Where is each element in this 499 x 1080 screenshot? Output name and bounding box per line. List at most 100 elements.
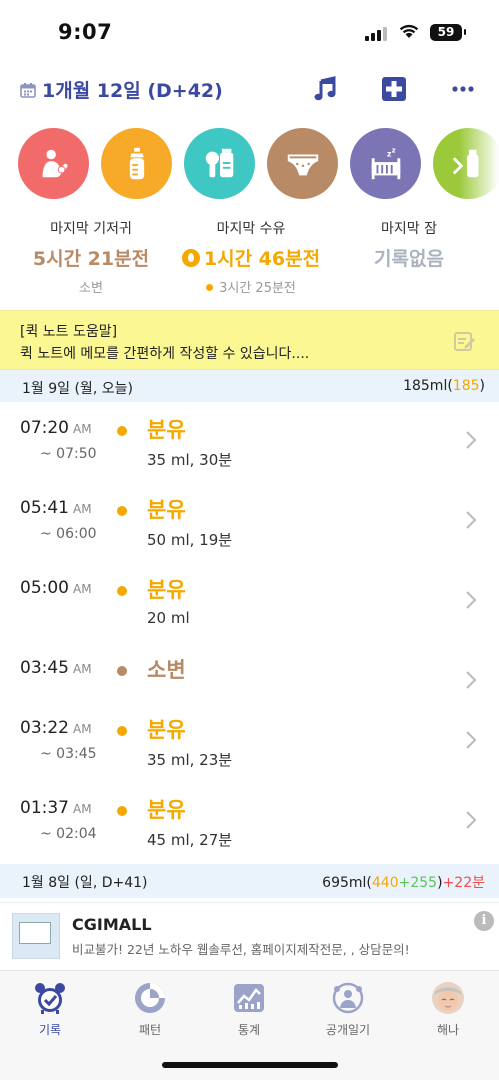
paren: ): [479, 378, 485, 394]
milk-drop-icon: [181, 249, 200, 267]
tab-label: 통계: [237, 1023, 261, 1037]
edit-note-icon[interactable]: [452, 329, 476, 353]
last-sleep[interactable]: 마지막 잠 기록없음: [326, 218, 492, 271]
last-feeding-label: 마지막 수유: [216, 221, 286, 237]
day-total: 695ml(440+255)+22분: [322, 872, 485, 892]
last-diaper-value: 5시간 21분전: [32, 248, 150, 270]
breastfeed-total: 22분: [454, 875, 485, 891]
feeding-dot-icon: [206, 284, 214, 291]
last-sleep-value: 기록없음: [374, 248, 444, 270]
record-end-time: ~ 06:00: [40, 526, 97, 542]
tab-baby-profile[interactable]: 해나: [408, 981, 488, 1038]
chevron-right-icon: [466, 671, 477, 689]
quick-note-text: 퀵 노트에 메모를 간편하게 작성할 수 있습니다....: [20, 346, 310, 362]
record-dot: [117, 586, 127, 596]
pumping-total: 255: [410, 875, 438, 891]
last-diaper-label: 마지막 기저귀: [50, 221, 132, 237]
top-header: 1개월 12일 (D+42): [0, 70, 499, 110]
record-type: 소변: [147, 658, 186, 682]
baby-avatar: [432, 982, 464, 1014]
record-detail: 20 ml: [147, 609, 190, 627]
breastfeed-button[interactable]: [18, 128, 89, 199]
record-row[interactable]: 03:45 AM 소변: [0, 642, 499, 704]
scroll-fade: [459, 128, 499, 200]
record-detail: 45 ml, 27분: [147, 831, 233, 849]
date-selector[interactable]: 1개월 12일 (D+42): [20, 76, 223, 103]
record-detail: 35 ml, 30분: [147, 451, 233, 469]
record-ampm: AM: [73, 582, 92, 596]
record-time: 03:45: [20, 658, 69, 678]
ad-banner[interactable]: CGIMALL 비교불가! 22년 노하우 웹솔루션, 홈페이지제작전문, , …: [0, 902, 499, 968]
day-title: 1월 8일 (일, D+41): [22, 875, 148, 891]
bottle-icon: [129, 147, 144, 179]
chevron-right-icon: [466, 511, 477, 529]
record-row[interactable]: 07:20 AM ~ 07:50 분유 35 ml, 30분: [0, 402, 499, 482]
music-icon[interactable]: [312, 76, 338, 102]
record-row[interactable]: 03:22 AM ~ 03:45 분유 35 ml, 23분: [0, 702, 499, 782]
record-time: 01:37: [20, 798, 69, 818]
record-dot: [117, 506, 127, 516]
record-detail: 35 ml, 23분: [147, 751, 233, 769]
tab-statistics[interactable]: 통계: [209, 981, 289, 1038]
battery-icon: 59: [430, 24, 466, 41]
record-end-time: ~ 07:50: [40, 446, 97, 462]
last-activity-summary: 마지막 기저귀 5시간 21분전 소변 마지막 수유 1시간 46분전 3시간 …: [0, 218, 499, 298]
last-diaper[interactable]: 마지막 기저귀 5시간 21분전 소변: [8, 218, 174, 296]
pumping-icon: [205, 148, 233, 177]
record-row[interactable]: 05:00 AM 분유 20 ml: [0, 562, 499, 642]
record-ampm: AM: [73, 422, 92, 436]
tab-record[interactable]: 기록: [10, 981, 90, 1038]
tab-public-diary[interactable]: 공개일기: [308, 981, 388, 1038]
quick-note-banner[interactable]: [퀵 노트 도움말] 퀵 노트에 메모를 간편하게 작성할 수 있습니다....: [0, 310, 499, 370]
ad-description: 비교불가! 22년 노하우 웹솔루션, 홈페이지제작전문, , 상담문의!: [72, 942, 410, 957]
record-type: 분유: [147, 798, 186, 822]
record-time: 03:22: [20, 718, 69, 738]
last-diaper-sub: 소변: [79, 281, 103, 296]
record-row[interactable]: 01:37 AM ~ 02:04 분유 45 ml, 27분: [0, 782, 499, 862]
chart-icon: [234, 984, 264, 1012]
ad-thumbnail: [12, 913, 60, 959]
last-sleep-label: 마지막 잠: [381, 221, 437, 237]
status-bar: 9:07 59: [0, 0, 499, 66]
record-type: 분유: [147, 498, 186, 522]
day-header-previous: 1월 8일 (일, D+41) 695ml(440+255)+22분: [0, 864, 499, 898]
record-detail: 50 ml, 19분: [147, 531, 233, 549]
svg-text:z: z: [391, 146, 395, 154]
tab-label: 기록: [38, 1023, 62, 1037]
chevron-right-icon: [466, 591, 477, 609]
formula-button[interactable]: [101, 128, 172, 199]
record-ampm: AM: [73, 802, 92, 816]
chevron-right-icon: [466, 731, 477, 749]
record-ampm: AM: [73, 662, 92, 676]
tab-label: 해나: [436, 1023, 460, 1037]
record-time: 07:20: [20, 418, 69, 438]
info-icon[interactable]: i: [474, 911, 494, 931]
record-end-time: ~ 03:45: [40, 746, 97, 762]
formula-total: 185: [452, 378, 480, 394]
more-icon[interactable]: [450, 76, 476, 102]
wifi-icon: [399, 24, 419, 38]
tab-pattern[interactable]: 패턴: [110, 981, 190, 1038]
record-dot: [117, 426, 127, 436]
sleep-icon: z z: [371, 146, 400, 179]
record-ampm: AM: [73, 502, 92, 516]
plus-sign: +: [398, 875, 411, 891]
record-row[interactable]: 05:41 AM ~ 06:00 분유 50 ml, 19분: [0, 482, 499, 562]
sleep-button[interactable]: z z: [350, 128, 421, 199]
pumping-button[interactable]: [184, 128, 255, 199]
category-shortcuts: z z: [18, 128, 499, 200]
diaper-button[interactable]: [267, 128, 338, 199]
breastfeed-icon: [42, 149, 68, 177]
record-dot: [117, 806, 127, 816]
alarm-clock-icon: [35, 983, 65, 1014]
last-feeding[interactable]: 마지막 수유 1시간 46분전 3시간 25분전: [168, 218, 334, 296]
record-type: 분유: [147, 718, 186, 742]
day-header-today: 1월 9일 (월, 오늘) 185ml(185): [0, 370, 499, 402]
diaper-icon: [287, 154, 318, 175]
record-type: 분유: [147, 418, 186, 442]
add-record-icon[interactable]: [381, 76, 407, 102]
day-total-ml: 185ml: [403, 378, 448, 394]
home-indicator[interactable]: [162, 1062, 338, 1068]
chevron-right-icon: [466, 811, 477, 829]
plus-sign: +: [442, 875, 455, 891]
